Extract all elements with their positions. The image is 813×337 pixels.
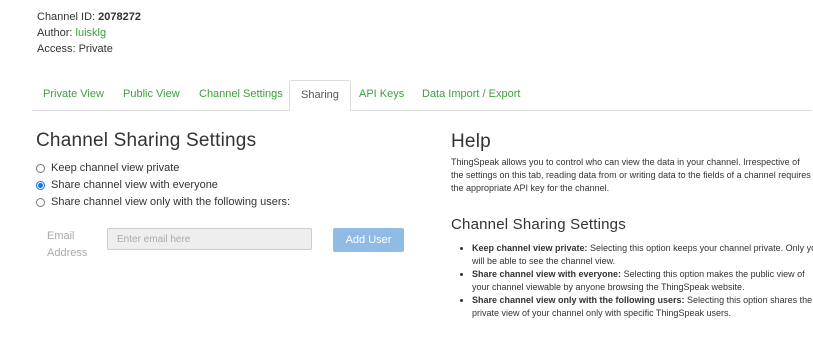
option-keep-private[interactable]: Keep channel view private xyxy=(36,162,179,174)
option-keep-private-label: Keep channel view private xyxy=(51,162,180,174)
help-term: Share channel view only with the followi… xyxy=(472,295,685,305)
help-term: Keep channel view private: xyxy=(472,243,588,253)
list-item: Share channel view with everyone: Select… xyxy=(472,268,813,294)
option-share-everyone-label: Share channel view with everyone xyxy=(51,179,218,191)
email-address-label: Email Address xyxy=(47,228,87,262)
list-item: Share channel view only with the followi… xyxy=(472,294,813,320)
radio-share-users[interactable] xyxy=(36,197,45,207)
author-row: Author: luisklg xyxy=(37,25,141,41)
channel-tabs: Private View Public View Channel Setting… xyxy=(32,80,812,111)
option-share-everyone[interactable]: Share channel view with everyone xyxy=(36,179,218,191)
access-value: Private xyxy=(78,43,113,55)
email-input[interactable] xyxy=(107,228,312,250)
email-label-line-2: Address xyxy=(47,247,88,259)
tab-public-view[interactable]: Public View xyxy=(112,80,191,109)
help-term: Share channel view with everyone: xyxy=(472,269,622,279)
email-label-line-1: Email xyxy=(47,230,75,242)
list-item: Keep channel view private: Selecting thi… xyxy=(472,242,813,268)
help-subtitle: Channel Sharing Settings xyxy=(451,216,626,233)
access-row: Access: Private xyxy=(37,41,141,57)
channel-id-label: Channel ID: xyxy=(37,11,99,23)
channel-id-row: Channel ID: 2078272 xyxy=(37,9,141,25)
sharing-title: Channel Sharing Settings xyxy=(36,130,257,151)
author-label: Author: xyxy=(37,27,76,39)
channel-meta: Channel ID: 2078272 Author: luisklg Acce… xyxy=(37,9,141,57)
access-label: Access: xyxy=(37,43,79,55)
option-share-users[interactable]: Share channel view only with the followi… xyxy=(36,196,290,208)
tab-data-import-export[interactable]: Data Import / Export xyxy=(411,80,531,109)
tab-api-keys[interactable]: API Keys xyxy=(348,80,415,109)
add-user-button[interactable]: Add User xyxy=(333,228,404,252)
help-list: Keep channel view private: Selecting thi… xyxy=(453,242,813,320)
author-link[interactable]: luisklg xyxy=(76,27,107,39)
radio-keep-private[interactable] xyxy=(36,163,45,173)
tab-sharing[interactable]: Sharing xyxy=(289,80,351,111)
tab-private-view[interactable]: Private View xyxy=(32,80,115,109)
channel-id-value: 2078272 xyxy=(98,11,141,23)
help-title: Help xyxy=(451,131,491,152)
option-share-users-label: Share channel view only with the followi… xyxy=(51,196,291,208)
tab-channel-settings[interactable]: Channel Settings xyxy=(188,80,294,109)
radio-share-everyone[interactable] xyxy=(36,180,45,190)
help-intro: ThingSpeak allows you to control who can… xyxy=(451,157,811,193)
